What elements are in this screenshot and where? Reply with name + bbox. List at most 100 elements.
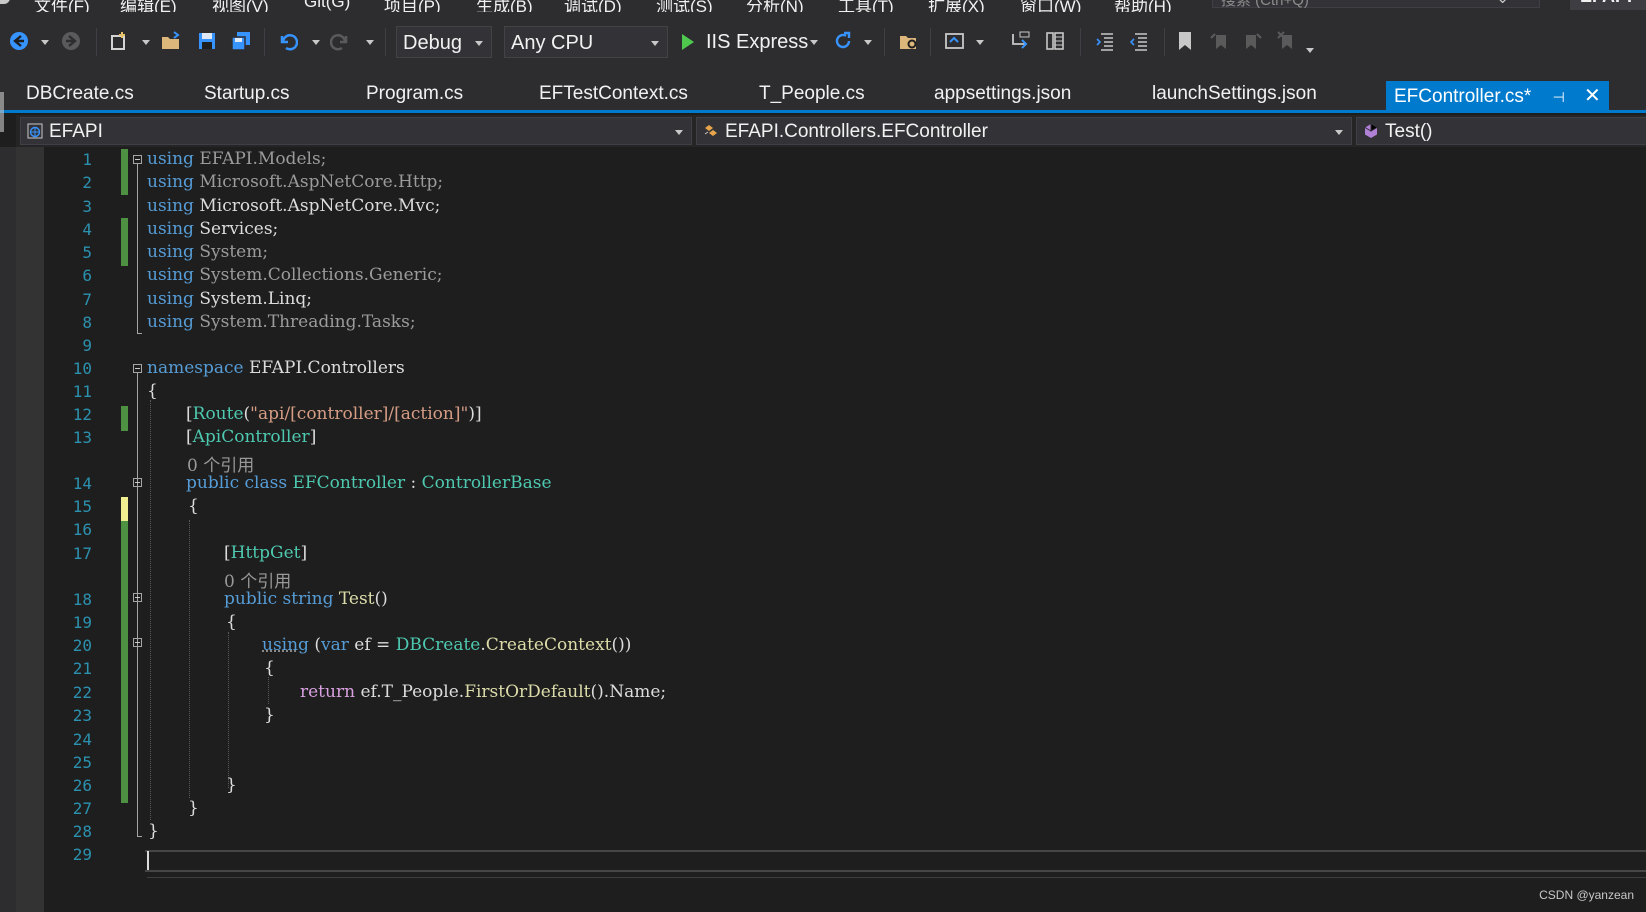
line-number: 13 [72, 428, 92, 447]
pin-tab-icon[interactable]: ⊣ [1553, 89, 1565, 106]
redo-dropdown-icon[interactable] [366, 40, 374, 45]
browser-link-dropdown-icon[interactable] [976, 40, 984, 45]
step-over-icon[interactable] [1044, 30, 1066, 52]
run-target-dropdown-icon[interactable] [810, 40, 818, 45]
line-number: 1 [82, 150, 92, 169]
keyword: using [147, 242, 194, 262]
horizontal-scrollbar[interactable] [147, 877, 1646, 878]
find-in-files-icon[interactable] [898, 30, 920, 52]
paren: ()) [611, 635, 632, 655]
restart-icon[interactable] [832, 30, 854, 52]
indent-guide [228, 632, 229, 788]
code-line-17: [HttpGet] [224, 543, 307, 563]
line-number: 6 [82, 266, 92, 285]
indent-guide [150, 400, 151, 820]
keyword: using [147, 265, 194, 285]
search-dropdown-icon: ⌄ [1496, 0, 1509, 7]
solution-configuration-select[interactable]: Debug [396, 26, 492, 58]
namespace-name: Services; [193, 219, 279, 239]
indent-icon[interactable] [1128, 30, 1150, 52]
tab-eftestcontext[interactable]: EFTestContext.cs [539, 83, 688, 105]
close-tab-icon[interactable]: ✕ [1584, 83, 1601, 108]
next-bookmark-icon[interactable] [1242, 30, 1264, 52]
code-line-5: using System; [147, 242, 268, 262]
forward-icon[interactable] [60, 30, 82, 52]
toolbar-overflow-icon[interactable] [1306, 48, 1314, 53]
undo-icon[interactable] [276, 30, 298, 52]
vs-logo-icon [0, 0, 10, 4]
brace: { [264, 658, 275, 678]
namespace-name: System; [193, 242, 269, 262]
paren: )] [468, 404, 482, 424]
prev-bookmark-icon[interactable] [1208, 30, 1230, 52]
indicator-margin[interactable] [16, 147, 44, 912]
start-debugging-button[interactable]: IIS Express [682, 26, 808, 58]
tab-appsettings[interactable]: appsettings.json [934, 83, 1071, 105]
chevron-down-icon [675, 130, 683, 135]
collapse-icon[interactable] [133, 364, 142, 373]
method-name: Test [338, 589, 375, 609]
line-number: 12 [72, 405, 92, 424]
tab-dbcreate[interactable]: DBCreate.cs [26, 83, 134, 105]
new-project-dropdown-icon[interactable] [142, 40, 150, 45]
outdent-icon[interactable] [1094, 30, 1116, 52]
type-dropdown-value: EFAPI.Controllers.EFController [725, 121, 988, 142]
back-dropdown-icon[interactable] [41, 40, 49, 45]
collapse-icon[interactable] [133, 478, 142, 487]
tab-t-people[interactable]: T_People.cs [759, 83, 865, 105]
clear-bookmarks-icon[interactable] [1276, 30, 1298, 52]
tab-launchsettings[interactable]: launchSettings.json [1152, 83, 1317, 105]
code-line-4: using Services; [147, 219, 278, 239]
brace: } [226, 775, 237, 795]
code-editor[interactable] [44, 147, 1646, 912]
line-number: 7 [82, 290, 92, 309]
tab-strip-underline [0, 110, 1646, 113]
side-panel-tab[interactable] [0, 92, 4, 132]
solution-platform-select[interactable]: Any CPU [504, 26, 668, 58]
toolbar-separator [264, 28, 265, 56]
code-line-20: using (var ef = DBCreate.CreateContext()… [262, 635, 631, 655]
back-icon[interactable] [8, 30, 30, 52]
string-literal: "api/[controller]/[action]" [250, 404, 469, 424]
redo-icon[interactable] [330, 30, 352, 52]
toolbox-strip [0, 147, 16, 912]
namespace-name: System.Linq; [193, 289, 313, 309]
project-dropdown[interactable]: EFAPI [20, 117, 692, 145]
restart-dropdown-icon[interactable] [864, 40, 872, 45]
save-all-icon[interactable] [230, 30, 252, 52]
line-number: 27 [72, 799, 92, 818]
line-number: 17 [72, 544, 92, 563]
change-marker-saved [121, 406, 128, 431]
keyword: using [262, 635, 309, 655]
bookmark-icon[interactable] [1174, 30, 1196, 52]
tab-program[interactable]: Program.cs [366, 83, 463, 105]
save-icon[interactable] [196, 30, 218, 52]
current-line-highlight [145, 850, 1646, 872]
namespace-name: EFAPI.Models; [193, 149, 327, 169]
code-line-22: return ef.T_People.FirstOrDefault().Name… [300, 682, 666, 702]
line-number: 16 [72, 520, 92, 539]
collapse-icon[interactable] [133, 638, 142, 647]
code-line-18: public string Test() [224, 589, 388, 609]
keyword: using [147, 196, 194, 216]
collapse-icon[interactable] [133, 155, 142, 164]
tab-startup[interactable]: Startup.cs [204, 83, 290, 105]
open-folder-icon[interactable] [160, 30, 182, 52]
namespace-name: Microsoft.AspNetCore.Http; [193, 172, 444, 192]
toolbar-separator [96, 28, 97, 56]
attribute-name: HttpGet [230, 543, 301, 563]
step-into-icon[interactable] [1010, 30, 1032, 52]
browser-link-icon[interactable] [944, 30, 966, 52]
type-dropdown[interactable]: EFAPI.Controllers.EFController [696, 117, 1352, 145]
member-dropdown[interactable]: Test() [1356, 117, 1646, 145]
search-input[interactable]: 搜索 (Ctrl+Q) ⌄ [1212, 0, 1540, 9]
new-project-icon[interactable] [108, 30, 130, 52]
watermark: CSDN @yanzean [1539, 888, 1634, 902]
code-line-27: } [188, 798, 199, 818]
undo-dropdown-icon[interactable] [312, 40, 320, 45]
menu-git[interactable]: Git(G) [304, 0, 350, 12]
namespace-name: Microsoft.AspNetCore.Mvc; [193, 196, 441, 216]
collapse-icon[interactable] [133, 593, 142, 602]
tab-efcontroller[interactable]: EFController.cs* ⊣ ✕ [1386, 81, 1609, 110]
bracket: [ [224, 543, 231, 563]
